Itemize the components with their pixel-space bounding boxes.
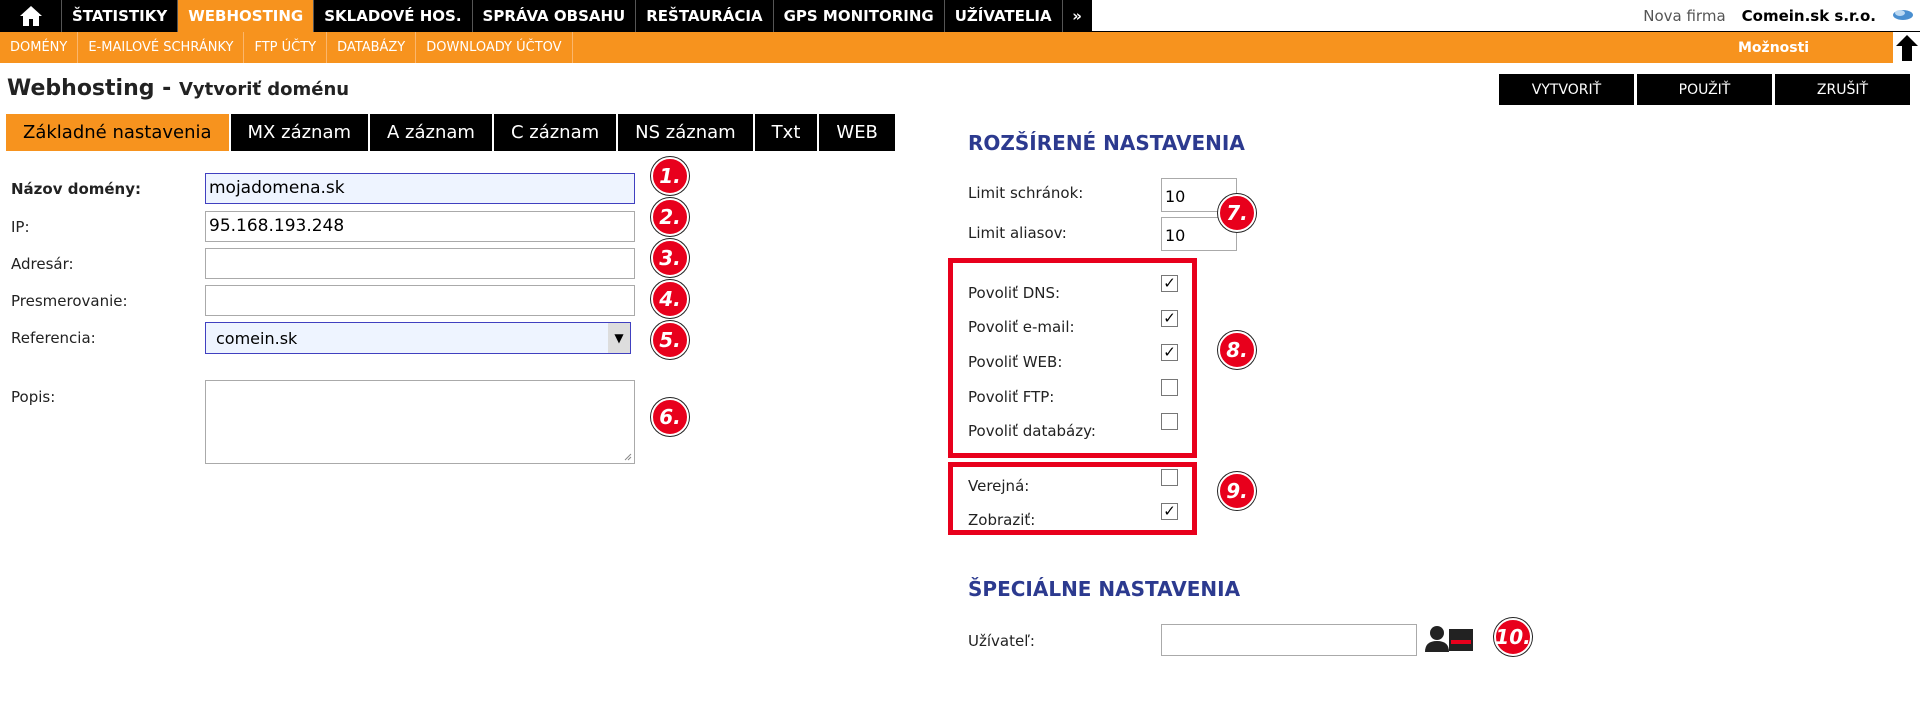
menu-sprava-obsahu[interactable]: SPRÁVA OBSAHU <box>473 0 637 32</box>
directory-label: Adresár: <box>11 255 74 273</box>
ip-input[interactable]: 95.168.193.248 <box>205 211 635 242</box>
show-label: Zobraziť: <box>968 511 1036 529</box>
cancel-button[interactable]: ZRUŠIŤ <box>1775 74 1910 105</box>
marker-badge-10: 10. <box>1494 618 1532 656</box>
marker-badge-7: 7. <box>1218 194 1256 232</box>
description-label: Popis: <box>11 388 56 406</box>
marker-badge-5: 5. <box>651 321 689 359</box>
allow-web-checkbox[interactable]: ✓ <box>1161 344 1178 361</box>
allow-email-label: Povoliť e-mail: <box>968 318 1075 336</box>
firm-info: Nova firma Comein.sk s.r.o. <box>1643 0 1914 32</box>
marker-badge-1: 1. <box>651 157 689 195</box>
submenu-domeny[interactable]: DOMÉNY <box>0 32 79 63</box>
allow-databases-label: Povoliť databázy: <box>968 422 1096 440</box>
resize-grip-icon[interactable] <box>622 451 632 461</box>
allow-dns-label: Povoliť DNS: <box>968 284 1061 302</box>
public-label: Verejná: <box>968 477 1030 495</box>
submenu-emailove-schranky[interactable]: E-MAILOVÉ SCHRÁNKY <box>78 32 245 63</box>
menu-statistiky[interactable]: ŠTATISTIKY <box>62 0 179 32</box>
description-textarea[interactable] <box>205 380 635 464</box>
top-navigation-bar: ŠTATISTIKY WEBHOSTING SKLADOVÉ HOS. SPRÁ… <box>0 0 1920 32</box>
tab-c-record[interactable]: C záznam <box>493 114 619 151</box>
marker-badge-6: 6. <box>651 398 689 436</box>
tab-ns-record[interactable]: NS záznam <box>618 114 755 151</box>
tab-bar: Základné nastavenia MX záznam A záznam C… <box>6 114 897 151</box>
tab-a-record[interactable]: A záznam <box>370 114 494 151</box>
allow-email-checkbox[interactable]: ✓ <box>1161 310 1178 327</box>
sub-menu: DOMÉNY E-MAILOVÉ SCHRÁNKY FTP ÚČTY DATAB… <box>0 32 573 63</box>
allow-web-label: Povoliť WEB: <box>968 353 1063 371</box>
alias-limit-label: Limit aliasov: <box>968 224 1067 242</box>
ip-label: IP: <box>11 218 30 236</box>
special-settings-title: ŠPECIÁLNE NASTAVENIA <box>968 577 1241 601</box>
firm-label[interactable]: Nova firma <box>1643 7 1725 25</box>
allow-ftp-label: Povoliť FTP: <box>968 388 1055 406</box>
marker-badge-4: 4. <box>651 280 689 318</box>
submenu-downloady-uctov[interactable]: DOWNLOADY ÚČTOV <box>416 32 573 63</box>
firm-logo-icon <box>1892 7 1914 25</box>
marker-badge-3: 3. <box>651 239 689 277</box>
arrow-up-icon[interactable] <box>1893 32 1920 63</box>
apply-button[interactable]: POUŽIŤ <box>1637 74 1772 105</box>
tab-txt[interactable]: Txt <box>754 114 820 151</box>
advanced-settings-title: ROZŠÍRENÉ NASTAVENIA <box>968 131 1245 155</box>
public-checkbox[interactable] <box>1161 469 1178 486</box>
submenu-ftp-ucty[interactable]: FTP ÚČTY <box>244 32 328 63</box>
menu-uzivatelia[interactable]: UŽÍVATELIA <box>945 0 1063 32</box>
menu-more-button[interactable]: » <box>1063 0 1092 32</box>
allow-ftp-checkbox[interactable] <box>1161 379 1178 396</box>
page-title-main: Webhosting - <box>7 76 172 101</box>
marker-badge-2: 2. <box>651 198 689 236</box>
tab-web[interactable]: WEB <box>819 114 897 151</box>
show-checkbox[interactable]: ✓ <box>1161 503 1178 520</box>
reference-select-value: comein.sk <box>216 329 298 348</box>
mailbox-limit-label: Limit schránok: <box>968 184 1084 202</box>
page-title-sub: Vytvoriť doménu <box>178 79 350 100</box>
reference-label: Referencia: <box>11 329 96 347</box>
home-icon[interactable] <box>0 0 62 32</box>
submenu-databazy[interactable]: DATABÁZY <box>327 32 417 63</box>
menu-restauracia[interactable]: REŠTAURÁCIA <box>636 0 774 32</box>
marker-badge-9: 9. <box>1218 472 1256 510</box>
user-input[interactable] <box>1161 624 1417 656</box>
reference-select[interactable]: comein.sk ▼ <box>205 322 631 354</box>
page-title: Webhosting - Vytvoriť doménu <box>7 76 349 101</box>
main-menu: ŠTATISTIKY WEBHOSTING SKLADOVÉ HOS. SPRÁ… <box>0 0 1092 32</box>
chevron-down-icon[interactable]: ▼ <box>608 323 630 353</box>
allow-dns-checkbox[interactable]: ✓ <box>1161 275 1178 292</box>
redirect-label: Presmerovanie: <box>11 292 128 310</box>
user-picker-icon[interactable] <box>1423 624 1475 654</box>
firm-name: Comein.sk s.r.o. <box>1741 7 1876 25</box>
options-button[interactable]: Možnosti <box>1738 32 1809 63</box>
menu-gps-monitoring[interactable]: GPS MONITORING <box>774 0 945 32</box>
marker-badge-8: 8. <box>1218 331 1256 369</box>
menu-skladove-hos[interactable]: SKLADOVÉ HOS. <box>314 0 473 32</box>
menu-webhosting[interactable]: WEBHOSTING <box>178 0 315 32</box>
redirect-input[interactable] <box>205 285 635 316</box>
domain-name-input[interactable]: mojadomena.sk <box>205 173 635 204</box>
create-button[interactable]: VYTVORIŤ <box>1499 74 1634 105</box>
tab-mx-record[interactable]: MX záznam <box>230 114 371 151</box>
directory-input[interactable] <box>205 248 635 279</box>
allow-databases-checkbox[interactable] <box>1161 413 1178 430</box>
tab-basic-settings[interactable]: Základné nastavenia <box>6 114 231 151</box>
sub-navigation-bar: DOMÉNY E-MAILOVÉ SCHRÁNKY FTP ÚČTY DATAB… <box>0 32 1920 63</box>
domain-name-label: Názov domény: <box>11 180 142 198</box>
action-buttons: VYTVORIŤ POUŽIŤ ZRUŠIŤ <box>1499 74 1910 105</box>
user-label: Užívateľ: <box>968 632 1035 650</box>
